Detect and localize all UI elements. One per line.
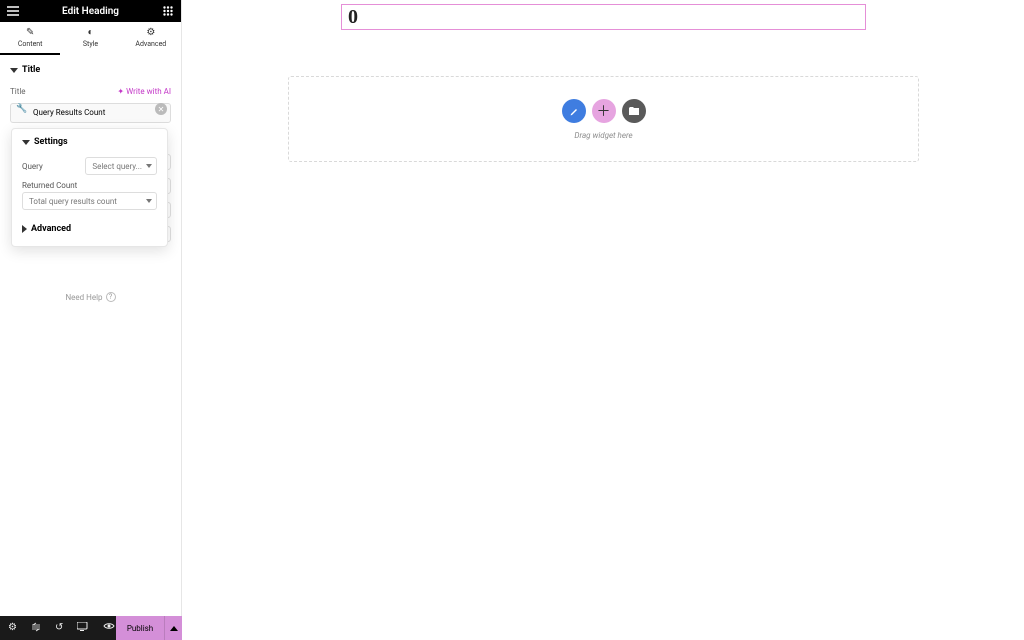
title-input[interactable] [10,103,171,123]
publish-button[interactable]: Publish [116,616,164,640]
returned-count-value: Total query results count [29,197,117,206]
chevron-down-icon [146,164,152,168]
tab-content-label: Content [18,40,43,48]
publish-options-button[interactable] [164,616,182,640]
heading-text: 0 [348,6,358,29]
pencil-icon: ✎ [26,27,34,38]
add-section-ai-button[interactable] [562,99,586,123]
add-template-button[interactable] [622,99,646,123]
tab-advanced-label: Advanced [135,40,166,48]
returned-count-row: Returned Count [22,181,157,190]
drop-hint: Drag widget here [574,131,632,140]
clear-title-button[interactable]: ✕ [155,103,167,115]
caret-down-icon [10,68,18,73]
write-with-ai-link[interactable]: ✦ Write with AI [117,87,171,96]
popover-settings-label: Settings [34,137,68,147]
returned-count-select[interactable]: Total query results count [22,192,157,210]
heading-widget[interactable]: 0 [341,4,866,30]
sidebar-title: Edit Heading [62,6,119,17]
history-icon[interactable]: ↺ [55,622,63,635]
need-help-link[interactable]: Need Help ? [0,292,181,302]
bottom-bar: ⚙ ↺ Publish [0,616,182,640]
write-with-ai-label: Write with AI [126,87,171,96]
popover-advanced-header[interactable]: Advanced [22,224,157,234]
help-icon: ? [106,292,116,302]
section-title-label: Title [22,65,40,75]
add-section-button[interactable]: ＋ [592,99,616,123]
responsive-icon[interactable] [77,622,89,635]
tab-advanced[interactable]: ⚙ Advanced [121,22,181,55]
gear-icon: ⚙ [146,27,155,38]
tab-style-label: Style [83,40,98,48]
query-label: Query [22,162,43,171]
panel-body: Title Title ✦ Write with AI 🔧 ✕ Need Hel… [0,55,181,123]
query-row: Query Select query... [22,157,157,175]
menu-icon[interactable] [6,4,20,18]
section-action-buttons: ＋ [562,99,646,123]
chevron-down-icon [146,199,152,203]
settings-icon[interactable]: ⚙ [8,622,17,635]
dynamic-settings-popover: Settings Query Select query... Returned … [11,128,168,247]
navigator-icon[interactable] [31,622,41,635]
tab-style[interactable]: ◐ Style [60,22,120,55]
popover-advanced-label: Advanced [31,224,71,234]
publish-label: Publish [127,624,153,633]
preview-icon[interactable] [103,622,115,635]
sparkle-icon: ✦ [117,87,124,96]
sidebar-header: Edit Heading [0,0,181,22]
title-input-wrap: 🔧 ✕ [10,100,171,123]
need-help-label: Need Help [65,293,102,302]
tab-content[interactable]: ✎ Content [0,22,60,55]
panel-tabs: ✎ Content ◐ Style ⚙ Advanced [0,22,181,55]
contrast-icon: ◐ [87,27,93,38]
title-field-label: Title [10,87,26,96]
empty-section[interactable]: ＋ Drag widget here [288,76,919,162]
wrench-icon[interactable]: 🔧 [16,104,27,114]
caret-down-icon [22,140,30,145]
section-title-header[interactable]: Title [0,55,181,83]
query-select-value: Select query... [92,162,142,171]
popover-settings-header[interactable]: Settings [22,137,157,147]
returned-count-label: Returned Count [22,181,77,190]
caret-right-icon [22,225,27,233]
editor-sidebar: Edit Heading ✎ Content ◐ Style ⚙ Advance… [0,0,182,640]
apps-icon[interactable] [161,4,175,18]
editor-canvas: 0 ＋ Drag widget here [182,0,1024,640]
query-select[interactable]: Select query... [85,157,157,175]
title-field-row: Title ✦ Write with AI [0,87,181,96]
